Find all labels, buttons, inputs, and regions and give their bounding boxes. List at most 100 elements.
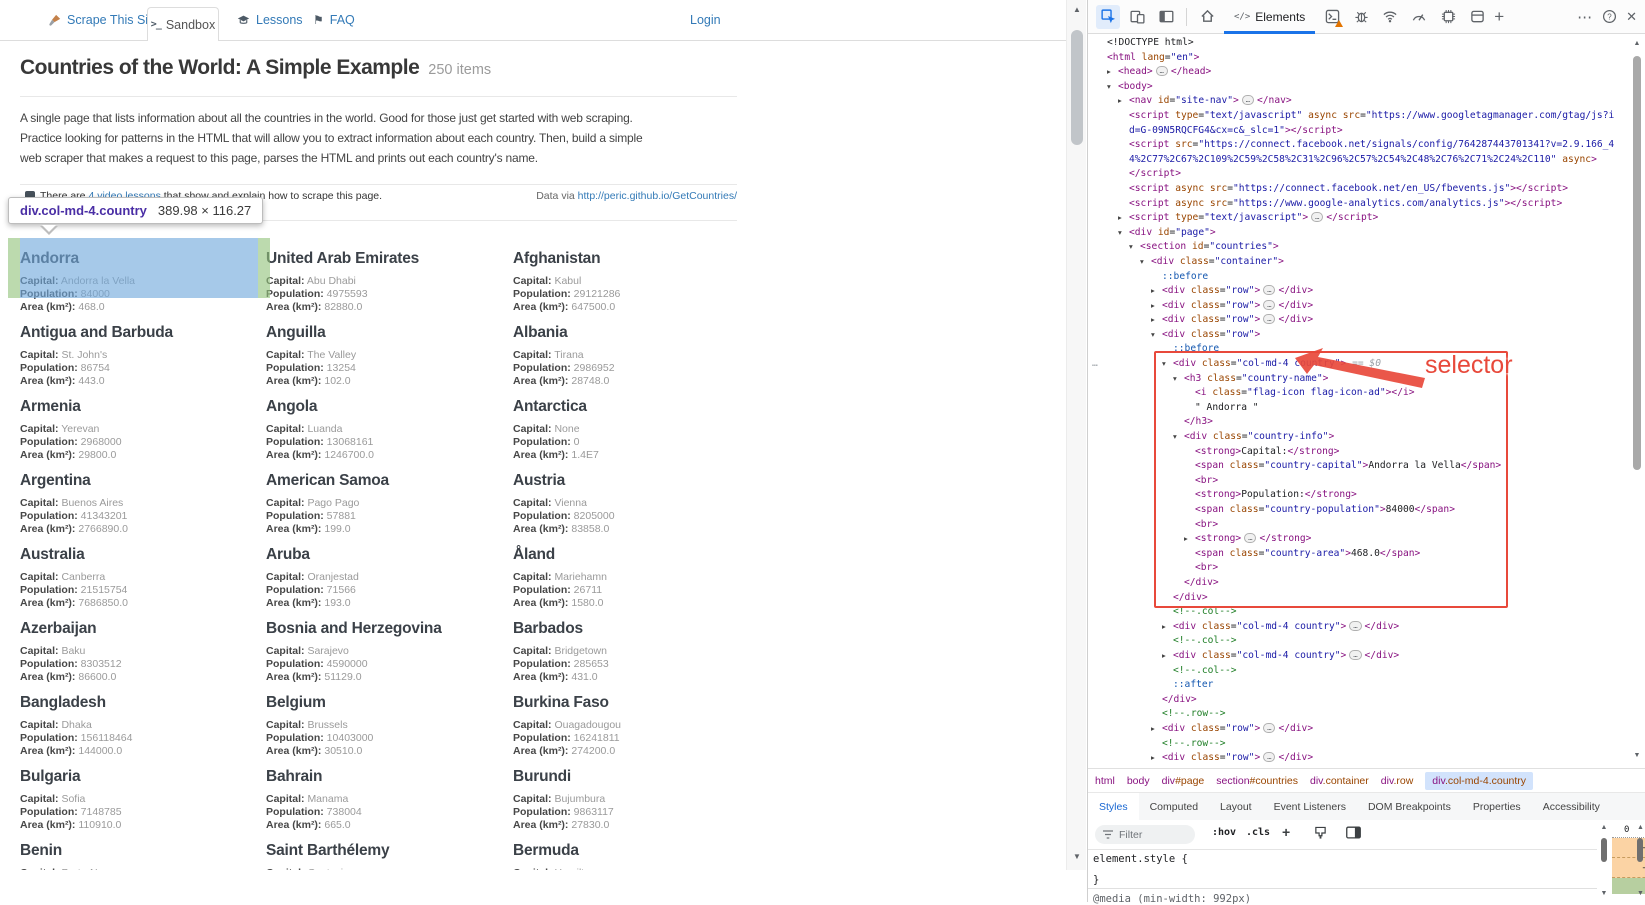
- toggle-hover-state-button[interactable]: :hov: [1212, 827, 1236, 838]
- dom-tree-node[interactable]: </div>: [1089, 591, 1629, 606]
- breadcrumb-item[interactable]: div#page: [1162, 775, 1205, 787]
- network-wifi-icon[interactable]: [1378, 5, 1402, 29]
- dom-tree-node[interactable]: <strong>Population:</strong>: [1089, 488, 1629, 503]
- dom-tree-node[interactable]: <script type="text/javascript" async src…: [1089, 109, 1629, 124]
- breadcrumb-item[interactable]: html: [1095, 775, 1115, 787]
- scroll-down-arrow[interactable]: ▼: [1629, 752, 1645, 759]
- dom-tree-node[interactable]: </div>: [1089, 576, 1629, 591]
- collapse-arrow-icon[interactable]: ▾: [1129, 240, 1133, 255]
- breadcrumb-item[interactable]: div.container: [1310, 775, 1369, 787]
- dom-tree-node[interactable]: ▸<script type="text/javascript">…</scrip…: [1089, 211, 1629, 226]
- dom-tree-node[interactable]: ▸<strong>…</strong>: [1089, 532, 1629, 547]
- dom-tree-node[interactable]: ▸<div class="row">…</div>: [1089, 751, 1629, 766]
- styles-filter-input[interactable]: Filter: [1095, 825, 1195, 844]
- dom-tree-node[interactable]: <!--.col-->: [1089, 664, 1629, 679]
- scroll-up-arrow[interactable]: ▲: [1067, 5, 1087, 14]
- console-button[interactable]: [1320, 5, 1344, 29]
- computed-sidebar-toggle-icon[interactable]: [1346, 826, 1361, 839]
- memory-chip-icon[interactable]: [1436, 5, 1460, 29]
- dom-tree-node[interactable]: ▾<section id="countries">: [1089, 240, 1629, 255]
- dom-tree-node[interactable]: <br>: [1089, 474, 1629, 489]
- rendering-brush-icon[interactable]: [1314, 826, 1327, 840]
- data-source-link[interactable]: http://peric.github.io/GetCountries/: [578, 190, 737, 202]
- dom-tree-node[interactable]: <i class="flag-icon flag-icon-ad"></i>: [1089, 386, 1629, 401]
- nav-tab-sandbox[interactable]: >_ Sandbox: [147, 7, 219, 41]
- dom-tree-node[interactable]: <!DOCTYPE html>: [1089, 36, 1629, 51]
- dom-tree-node[interactable]: <script async src="https://connect.faceb…: [1089, 182, 1629, 197]
- nav-lessons[interactable]: Lessons: [237, 13, 303, 27]
- styles-mini-scrollbar[interactable]: ▲▼: [1598, 822, 1610, 900]
- styles-tab-dom-breakpoints[interactable]: DOM Breakpoints: [1357, 793, 1462, 820]
- breadcrumb-item[interactable]: section#countries: [1216, 775, 1298, 787]
- styles-tab-layout[interactable]: Layout: [1209, 793, 1263, 820]
- scroll-up-arrow[interactable]: ▲: [1629, 40, 1645, 47]
- home-icon[interactable]: [1195, 5, 1219, 29]
- expand-arrow-icon[interactable]: ▸: [1162, 620, 1166, 635]
- dom-tree-node[interactable]: 4%2C77%2C67%2C109%2C59%2C58%2C31%2C96%2C…: [1089, 153, 1629, 168]
- dom-tree-node[interactable]: </script>: [1089, 167, 1629, 182]
- dom-tree-node[interactable]: <!--.col-->: [1089, 605, 1629, 620]
- collapse-arrow-icon[interactable]: ▾: [1151, 328, 1155, 343]
- dom-tree-node[interactable]: <!--.row-->: [1089, 707, 1629, 722]
- dom-tree-node[interactable]: ▸<div class="col-md-4 country">…</div>: [1089, 620, 1629, 635]
- collapse-arrow-icon[interactable]: ▾: [1173, 372, 1177, 387]
- dom-tree-node[interactable]: <script async src="https://www.google-an…: [1089, 197, 1629, 212]
- dom-tree-node[interactable]: <strong>Capital:</strong>: [1089, 445, 1629, 460]
- login-link[interactable]: Login: [690, 13, 721, 27]
- device-emulation-button[interactable]: [1125, 5, 1149, 29]
- collapse-arrow-icon[interactable]: ▾: [1107, 80, 1111, 95]
- dom-tree-node[interactable]: ▾<h3 class="country-name">: [1089, 372, 1629, 387]
- box-model-scrollbar[interactable]: ▲▼: [1635, 822, 1645, 900]
- expand-arrow-icon[interactable]: ▸: [1151, 313, 1155, 328]
- dom-tree-node[interactable]: <br>: [1089, 518, 1629, 533]
- dom-tree-node[interactable]: ▾<div id="page">: [1089, 226, 1629, 241]
- dom-tree-node[interactable]: ▾<body>: [1089, 80, 1629, 95]
- dom-tree-node[interactable]: ::before: [1089, 342, 1629, 357]
- add-panel-button[interactable]: +: [1494, 7, 1504, 27]
- dom-tree-node[interactable]: ▸<div class="row">…</div>: [1089, 313, 1629, 328]
- dom-tree-node[interactable]: ▸<nav id="site-nav">…</nav>: [1089, 94, 1629, 109]
- styles-tab-properties[interactable]: Properties: [1462, 793, 1532, 820]
- dom-tree-node[interactable]: <script src="https://connect.facebook.ne…: [1089, 138, 1629, 153]
- dom-tree-node[interactable]: <span class="country-population">84000</…: [1089, 503, 1629, 518]
- dom-tree-node[interactable]: <html lang="en">: [1089, 51, 1629, 66]
- new-style-rule-button[interactable]: +: [1282, 824, 1290, 840]
- performance-gauge-icon[interactable]: [1407, 5, 1431, 29]
- collapse-arrow-icon[interactable]: ▾: [1118, 226, 1122, 241]
- dom-tree-node[interactable]: <span class="country-area">468.0</span>: [1089, 547, 1629, 562]
- nav-scrape-this-site[interactable]: Scrape This Site: [48, 13, 158, 27]
- panel-layout-button[interactable]: [1154, 5, 1178, 29]
- dom-tree-node[interactable]: ▾<div class="country-info">: [1089, 430, 1629, 445]
- styles-tab-styles[interactable]: Styles: [1088, 793, 1139, 820]
- expand-arrow-icon[interactable]: ▸: [1162, 649, 1166, 664]
- dom-tree-node[interactable]: <!--.col-->: [1089, 634, 1629, 649]
- close-devtools-button[interactable]: ✕: [1626, 9, 1637, 25]
- dom-tree-node[interactable]: ::after: [1089, 678, 1629, 693]
- collapse-arrow-icon[interactable]: ▾: [1162, 357, 1166, 372]
- expand-arrow-icon[interactable]: ▸: [1151, 284, 1155, 299]
- dom-tree-node[interactable]: d=G-09N5RQCFG4&cx=c&_slc=1"></script>: [1089, 124, 1629, 139]
- expand-arrow-icon[interactable]: ▸: [1184, 532, 1188, 547]
- dom-tree-node[interactable]: </div>: [1089, 693, 1629, 708]
- node-more-actions[interactable]: …: [1092, 357, 1099, 372]
- tab-elements[interactable]: </> Elements: [1224, 0, 1315, 34]
- dom-tree-node[interactable]: ::before: [1089, 270, 1629, 285]
- dom-tree-node[interactable]: ▸<div class="row">…</div>: [1089, 299, 1629, 314]
- styles-tab-event-listeners[interactable]: Event Listeners: [1263, 793, 1357, 820]
- expand-arrow-icon[interactable]: ▸: [1118, 211, 1122, 226]
- expand-arrow-icon[interactable]: ▸: [1151, 299, 1155, 314]
- scrollbar-thumb[interactable]: [1071, 30, 1083, 145]
- breadcrumb-item[interactable]: div.col-md-4.country: [1425, 772, 1533, 790]
- debugger-bug-icon[interactable]: [1349, 5, 1373, 29]
- element-style-rule[interactable]: element.style {: [1093, 853, 1188, 865]
- scroll-down-arrow[interactable]: ▼: [1067, 852, 1087, 861]
- dom-tree-node[interactable]: ▾<div class="row">: [1089, 328, 1629, 343]
- devtools-tree-scrollbar[interactable]: ▲ ▼: [1629, 36, 1645, 766]
- application-storage-icon[interactable]: [1465, 5, 1489, 29]
- dom-tree-node[interactable]: ▸<div class="row">…</div>: [1089, 284, 1629, 299]
- styles-tab-accessibility[interactable]: Accessibility: [1532, 793, 1611, 820]
- nav-faq[interactable]: ⚑ FAQ: [313, 13, 355, 27]
- help-icon[interactable]: ?: [1597, 5, 1621, 29]
- more-options-button[interactable]: ⋯: [1577, 8, 1592, 26]
- dom-tree-node[interactable]: ▸<div class="row">…</div>: [1089, 722, 1629, 737]
